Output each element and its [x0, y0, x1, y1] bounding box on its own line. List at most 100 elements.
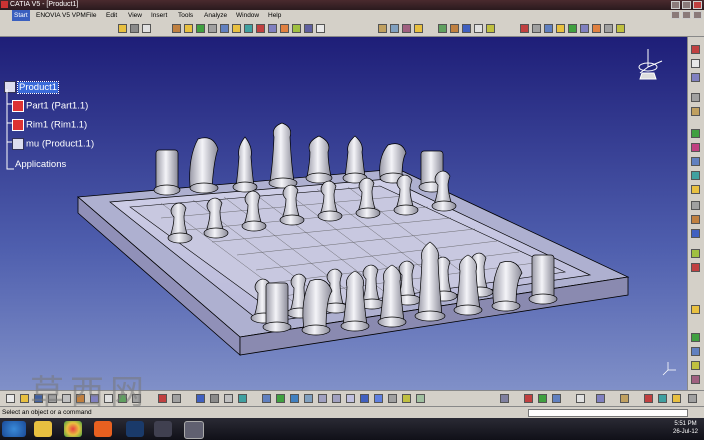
- toolbar-icon[interactable]: [691, 305, 700, 314]
- toolbar-icon[interactable]: [268, 24, 277, 33]
- toolbar-icon[interactable]: [304, 24, 313, 33]
- doc-restore-button[interactable]: [682, 11, 691, 19]
- toolbar-icon[interactable]: [292, 24, 301, 33]
- menu-enovia[interactable]: ENOVIA V5 VPM: [36, 10, 86, 21]
- menu-tools[interactable]: Tools: [178, 10, 193, 21]
- taskbar-app-icon[interactable]: [154, 421, 172, 437]
- rotate-icon[interactable]: [304, 394, 313, 403]
- toolbar-icon[interactable]: [691, 129, 700, 138]
- toolbar-icon[interactable]: [691, 249, 700, 258]
- fly-mode-icon[interactable]: [262, 394, 271, 403]
- toolbar-icon[interactable]: [210, 394, 219, 403]
- start-button-icon[interactable]: [2, 421, 26, 437]
- menu-start[interactable]: Start: [12, 10, 30, 21]
- doc-close-button[interactable]: [693, 11, 702, 19]
- menu-view[interactable]: View: [128, 10, 142, 21]
- toolbar-icon[interactable]: [196, 394, 205, 403]
- toolbar-icon[interactable]: [532, 24, 541, 33]
- close-button[interactable]: [693, 1, 702, 9]
- toolbar-icon[interactable]: [196, 24, 205, 33]
- toolbar-icon[interactable]: [238, 394, 247, 403]
- shading-icon[interactable]: [374, 394, 383, 403]
- toolbar-icon[interactable]: [672, 394, 681, 403]
- toolbar-icon[interactable]: [390, 24, 399, 33]
- hide-show-icon[interactable]: [388, 394, 397, 403]
- toolbar-icon[interactable]: [118, 24, 127, 33]
- zoom-out-icon[interactable]: [332, 394, 341, 403]
- toolbar-icon[interactable]: [691, 201, 700, 210]
- toolbar-icon[interactable]: [224, 394, 233, 403]
- chrome-icon[interactable]: [64, 421, 82, 437]
- 3d-viewport[interactable]: Product1 Part1 (Part1.1) Rim1 (Rim1.1) m…: [0, 37, 687, 390]
- menu-file[interactable]: File: [86, 10, 96, 21]
- toolbar-icon[interactable]: [691, 45, 700, 54]
- restore-button[interactable]: [682, 1, 691, 9]
- new-file-icon[interactable]: [6, 394, 15, 403]
- toolbar-icon[interactable]: [184, 24, 193, 33]
- menu-window[interactable]: Window: [236, 10, 259, 21]
- toolbar-icon[interactable]: [691, 143, 700, 152]
- toolbar-icon[interactable]: [691, 107, 700, 116]
- tree-node-mu[interactable]: mu (Product1.1): [12, 138, 94, 150]
- menu-insert[interactable]: Insert: [151, 10, 167, 21]
- toolbar-icon[interactable]: [220, 24, 229, 33]
- toolbar-icon[interactable]: [691, 333, 700, 342]
- toolbar-icon[interactable]: [616, 24, 625, 33]
- toolbar-icon[interactable]: [604, 24, 613, 33]
- toolbar-icon[interactable]: [691, 215, 700, 224]
- toolbar-icon[interactable]: [691, 73, 700, 82]
- normal-view-icon[interactable]: [346, 394, 355, 403]
- toolbar-icon[interactable]: [462, 24, 471, 33]
- views-icon[interactable]: [360, 394, 369, 403]
- toolbar-icon[interactable]: [691, 263, 700, 272]
- toolbar-icon[interactable]: [256, 24, 265, 33]
- toolbar-icon[interactable]: [316, 24, 325, 33]
- toolbar-icon[interactable]: [691, 171, 700, 180]
- toolbar-icon[interactable]: [450, 24, 459, 33]
- toolbar-icon[interactable]: [438, 24, 447, 33]
- compass-icon[interactable]: [638, 49, 663, 80]
- toolbar-icon[interactable]: [620, 394, 629, 403]
- toolbar-icon[interactable]: [232, 24, 241, 33]
- toolbar-icon[interactable]: [544, 24, 553, 33]
- menu-help[interactable]: Help: [268, 10, 281, 21]
- catia-taskbar-icon[interactable]: [184, 421, 204, 439]
- toolbar-icon[interactable]: [691, 93, 700, 102]
- toolbar-icon[interactable]: [556, 24, 565, 33]
- toolbar-icon[interactable]: [691, 157, 700, 166]
- toolbar-icon[interactable]: [691, 347, 700, 356]
- toolbar-icon[interactable]: [596, 394, 605, 403]
- fit-all-icon[interactable]: [276, 394, 285, 403]
- command-input[interactable]: [528, 409, 688, 417]
- toolbar-icon[interactable]: [402, 24, 411, 33]
- toolbar-icon[interactable]: [576, 394, 585, 403]
- toolbar-icon[interactable]: [691, 229, 700, 238]
- toolbar-icon[interactable]: [691, 185, 700, 194]
- toolbar-icon[interactable]: [208, 24, 217, 33]
- toolbar-icon[interactable]: [500, 394, 509, 403]
- toolbar-icon[interactable]: [524, 394, 533, 403]
- toolbar-icon[interactable]: [142, 24, 151, 33]
- photoshop-icon[interactable]: [126, 421, 144, 437]
- zoom-in-icon[interactable]: [318, 394, 327, 403]
- toolbar-icon[interactable]: [552, 394, 561, 403]
- toolbar-icon[interactable]: [486, 24, 495, 33]
- toolbar-icon[interactable]: [378, 24, 387, 33]
- toolbar-icon[interactable]: [280, 24, 289, 33]
- toolbar-icon[interactable]: [592, 24, 601, 33]
- toolbar-icon[interactable]: [158, 394, 167, 403]
- toolbar-icon[interactable]: [538, 394, 547, 403]
- toolbar-icon[interactable]: [520, 24, 529, 33]
- pan-icon[interactable]: [290, 394, 299, 403]
- doc-minimize-button[interactable]: [671, 11, 680, 19]
- toolbar-icon[interactable]: [568, 24, 577, 33]
- toolbar-icon[interactable]: [691, 59, 700, 68]
- menu-analyze[interactable]: Analyze: [204, 10, 227, 21]
- toolbar-icon[interactable]: [172, 24, 181, 33]
- toolbar-icon[interactable]: [688, 394, 697, 403]
- toolbar-icon[interactable]: [130, 24, 139, 33]
- minimize-button[interactable]: [671, 1, 680, 9]
- menu-edit[interactable]: Edit: [106, 10, 117, 21]
- toolbar-icon[interactable]: [691, 375, 700, 384]
- open-folder-icon[interactable]: [20, 394, 29, 403]
